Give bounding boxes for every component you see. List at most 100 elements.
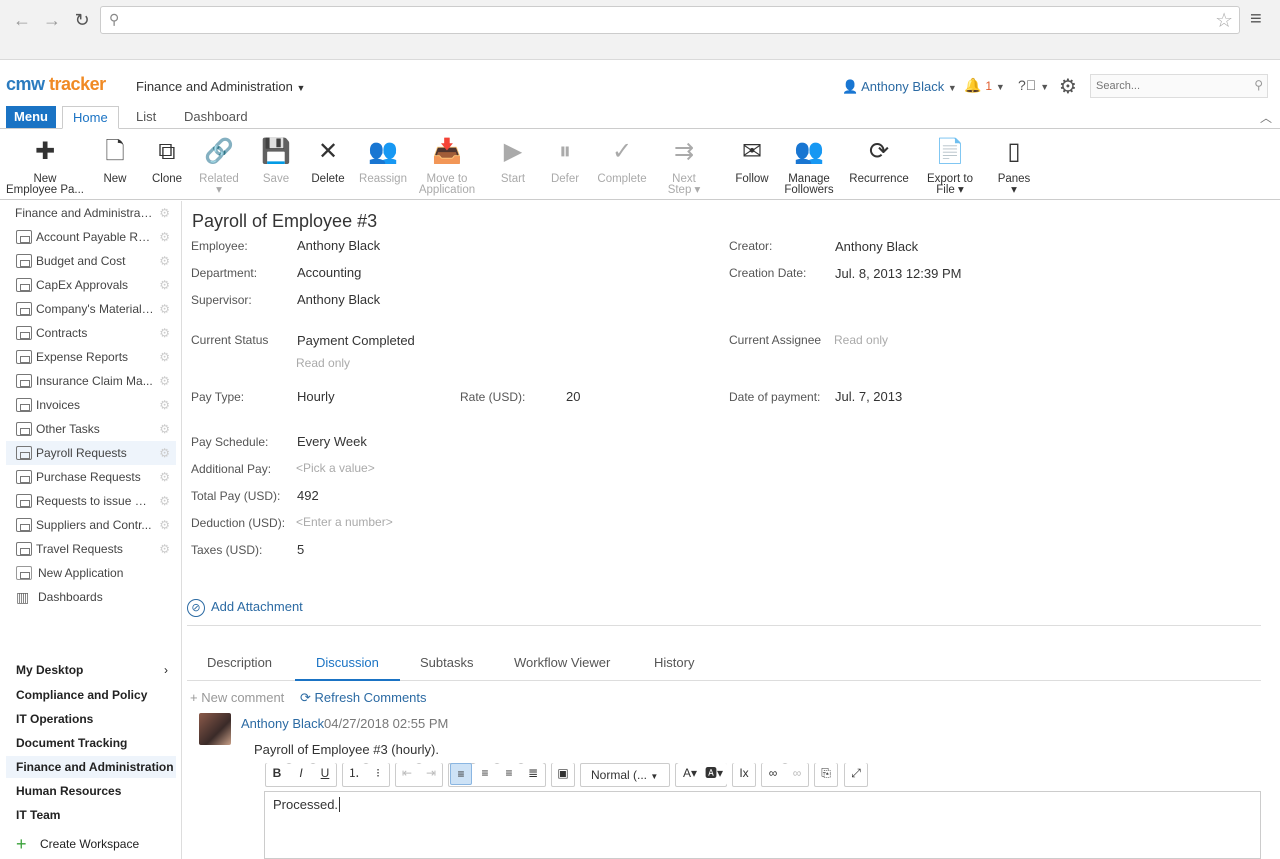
ribbon-button-start[interactable]: ▶ Start	[496, 136, 530, 185]
ribbon-button-recurrence[interactable]: ⟳ Recurrence	[848, 136, 910, 185]
ribbon-button-move-to-application[interactable]: 📥 Move to Application	[416, 136, 478, 196]
deduction-input[interactable]: <Enter a number>	[296, 515, 393, 529]
sidebar-item-insurance-claim-ma[interactable]: Insurance Claim Ma... ⚙	[6, 369, 176, 393]
schedule-value[interactable]: Every Week	[297, 434, 367, 449]
format-select[interactable]: Normal (... ▼	[580, 763, 670, 787]
gear-icon[interactable]: ⚙	[159, 225, 170, 249]
ribbon-button-reassign[interactable]: 👥 Reassign	[358, 136, 408, 185]
indent-icon[interactable]: ⇥	[420, 763, 442, 785]
outdent-icon[interactable]: ⇤	[396, 763, 418, 785]
numbered-list-icon[interactable]: ⒈	[343, 763, 365, 785]
rate-value[interactable]: 20	[566, 389, 580, 404]
maximize-icon[interactable]: ⤢	[845, 763, 867, 785]
search-icon[interactable]: ⚲	[1254, 78, 1263, 92]
tab-home[interactable]: Home	[62, 106, 119, 129]
new-comment-button[interactable]: + New comment	[190, 690, 284, 705]
sidebar-item-invoices[interactable]: Invoices ⚙	[6, 393, 176, 417]
link-icon[interactable]: ∞	[762, 763, 784, 785]
supervisor-value[interactable]: Anthony Black	[297, 292, 380, 307]
gear-icon[interactable]: ⚙	[159, 417, 170, 441]
ribbon-button-new-employee-pa[interactable]: ✚ New Employee Pa...	[6, 136, 84, 196]
image-icon[interactable]: ▣	[552, 763, 574, 785]
forward-icon[interactable]: →	[42, 10, 62, 30]
address-bar[interactable]: ⚲ ☆	[100, 6, 1240, 34]
tab-dashboard[interactable]: Dashboard	[174, 106, 258, 129]
sidebar-item-budget-and-cost[interactable]: Budget and Cost ⚙	[6, 249, 176, 273]
justify-icon[interactable]: ≣	[522, 763, 544, 785]
ribbon-button-follow[interactable]: ✉ Follow	[732, 136, 772, 185]
tab-description[interactable]: Description	[207, 655, 272, 670]
tab-history[interactable]: History	[654, 655, 694, 670]
workspace-selector[interactable]: Finance and Administration ▼	[136, 79, 305, 94]
workspace-my-desktop[interactable]: My Desktop ›	[6, 659, 176, 681]
notifications-button[interactable]: 🔔 1 ▼	[964, 77, 1005, 94]
sidebar-item-purchase-requests[interactable]: Purchase Requests ⚙	[6, 465, 176, 489]
menu-button[interactable]: Menu	[6, 106, 56, 128]
app-logo[interactable]: cmw tracker	[6, 74, 106, 95]
sidebar-dashboards[interactable]: ▥ Dashboards	[6, 585, 176, 609]
gear-icon[interactable]: ⚙	[159, 393, 170, 417]
ribbon-button-delete[interactable]: ✕ Delete	[309, 136, 347, 185]
sidebar-item-company-s-material[interactable]: Company's Material ... ⚙	[6, 297, 176, 321]
sidebar-item-account-payable-req[interactable]: Account Payable Req... ⚙	[6, 225, 176, 249]
sidebar-root[interactable]: Finance and Administrati... ⚙	[6, 201, 176, 225]
italic-icon[interactable]: I	[290, 763, 312, 785]
gear-icon[interactable]: ⚙	[159, 489, 170, 513]
collapse-ribbon-icon[interactable]: ︿	[1260, 109, 1272, 126]
ribbon-button-save[interactable]: 💾 Save	[258, 136, 294, 185]
reload-icon[interactable]: ↻	[72, 10, 92, 30]
ribbon-button-next-step[interactable]: ⇉ Next Step ▾	[662, 136, 706, 196]
sidebar-item-contracts[interactable]: Contracts ⚙	[6, 321, 176, 345]
align-right-icon[interactable]: ≡	[498, 763, 520, 785]
ribbon-button-panes[interactable]: ▯ Panes ▾	[994, 136, 1034, 196]
remove-format-icon[interactable]: Ix	[733, 763, 755, 785]
back-icon[interactable]: ←	[12, 10, 32, 30]
align-left-icon[interactable]: ≡	[450, 763, 472, 785]
workspace-finance-and-administration[interactable]: Finance and Administration	[6, 756, 176, 778]
underline-icon[interactable]: U	[314, 763, 336, 785]
search-input[interactable]	[1091, 75, 1241, 97]
tab-discussion[interactable]: Discussion	[295, 655, 400, 681]
add-attachment-button[interactable]: ⊘ Add Attachment	[187, 599, 303, 617]
sidebar-item-capex-approvals[interactable]: CapEx Approvals ⚙	[6, 273, 176, 297]
tab-subtasks[interactable]: Subtasks	[420, 655, 473, 670]
workspace-document-tracking[interactable]: Document Tracking	[6, 732, 176, 754]
ribbon-button-new[interactable]: 🗋 New	[97, 136, 133, 185]
gear-icon[interactable]: ⚙	[159, 297, 170, 321]
gear-icon[interactable]: ⚙	[1059, 74, 1077, 99]
ribbon-button-related[interactable]: 🔗 Related ▾	[198, 136, 240, 196]
gear-icon[interactable]: ⚙	[159, 537, 170, 561]
gear-icon[interactable]: ⚙	[159, 273, 170, 297]
pay-type-value[interactable]: Hourly	[297, 389, 335, 404]
sidebar-item-travel-requests[interactable]: Travel Requests ⚙	[6, 537, 176, 561]
comment-author[interactable]: Anthony Black	[241, 716, 324, 731]
help-button[interactable]: ?⃝ ▼	[1018, 77, 1049, 93]
source-icon[interactable]: ⎘	[815, 763, 837, 785]
gear-icon[interactable]: ⚙	[159, 369, 170, 393]
sidebar-item-expense-reports[interactable]: Expense Reports ⚙	[6, 345, 176, 369]
tab-list[interactable]: List	[126, 106, 166, 129]
refresh-comments-button[interactable]: ⟳ Refresh Comments	[300, 690, 427, 706]
sidebar-item-suppliers-and-contr[interactable]: Suppliers and Contr... ⚙	[6, 513, 176, 537]
workspace-it-operations[interactable]: IT Operations	[6, 708, 176, 730]
sidebar-item-payroll-requests[interactable]: Payroll Requests ⚙	[6, 441, 176, 465]
gear-icon[interactable]: ⚙	[159, 249, 170, 273]
unlink-icon[interactable]: ∞	[786, 763, 808, 785]
hamburger-icon[interactable]: ≡	[1250, 8, 1262, 31]
workspace-it-team[interactable]: IT Team	[6, 804, 176, 826]
department-value[interactable]: Accounting	[297, 265, 361, 280]
bold-icon[interactable]: B	[266, 763, 288, 785]
bulleted-list-icon[interactable]: ⁝	[367, 763, 389, 785]
tab-workflow-viewer[interactable]: Workflow Viewer	[514, 655, 610, 670]
additional-pay-input[interactable]: <Pick a value>	[296, 461, 375, 475]
taxes-value[interactable]: 5	[297, 542, 304, 557]
gear-icon[interactable]: ⚙	[159, 345, 170, 369]
comment-editor[interactable]: Processed.	[264, 791, 1261, 859]
ribbon-button-defer[interactable]: ⏸ Defer	[548, 136, 582, 185]
sidebar-item-other-tasks[interactable]: Other Tasks ⚙	[6, 417, 176, 441]
employee-value[interactable]: Anthony Black	[297, 238, 380, 253]
bookmark-star-icon[interactable]: ☆	[1215, 8, 1233, 33]
sidebar-new-application[interactable]: New Application	[6, 561, 176, 585]
gear-icon[interactable]: ⚙	[159, 321, 170, 345]
ribbon-button-export-to-file[interactable]: 📄 Export to File ▾	[924, 136, 976, 196]
